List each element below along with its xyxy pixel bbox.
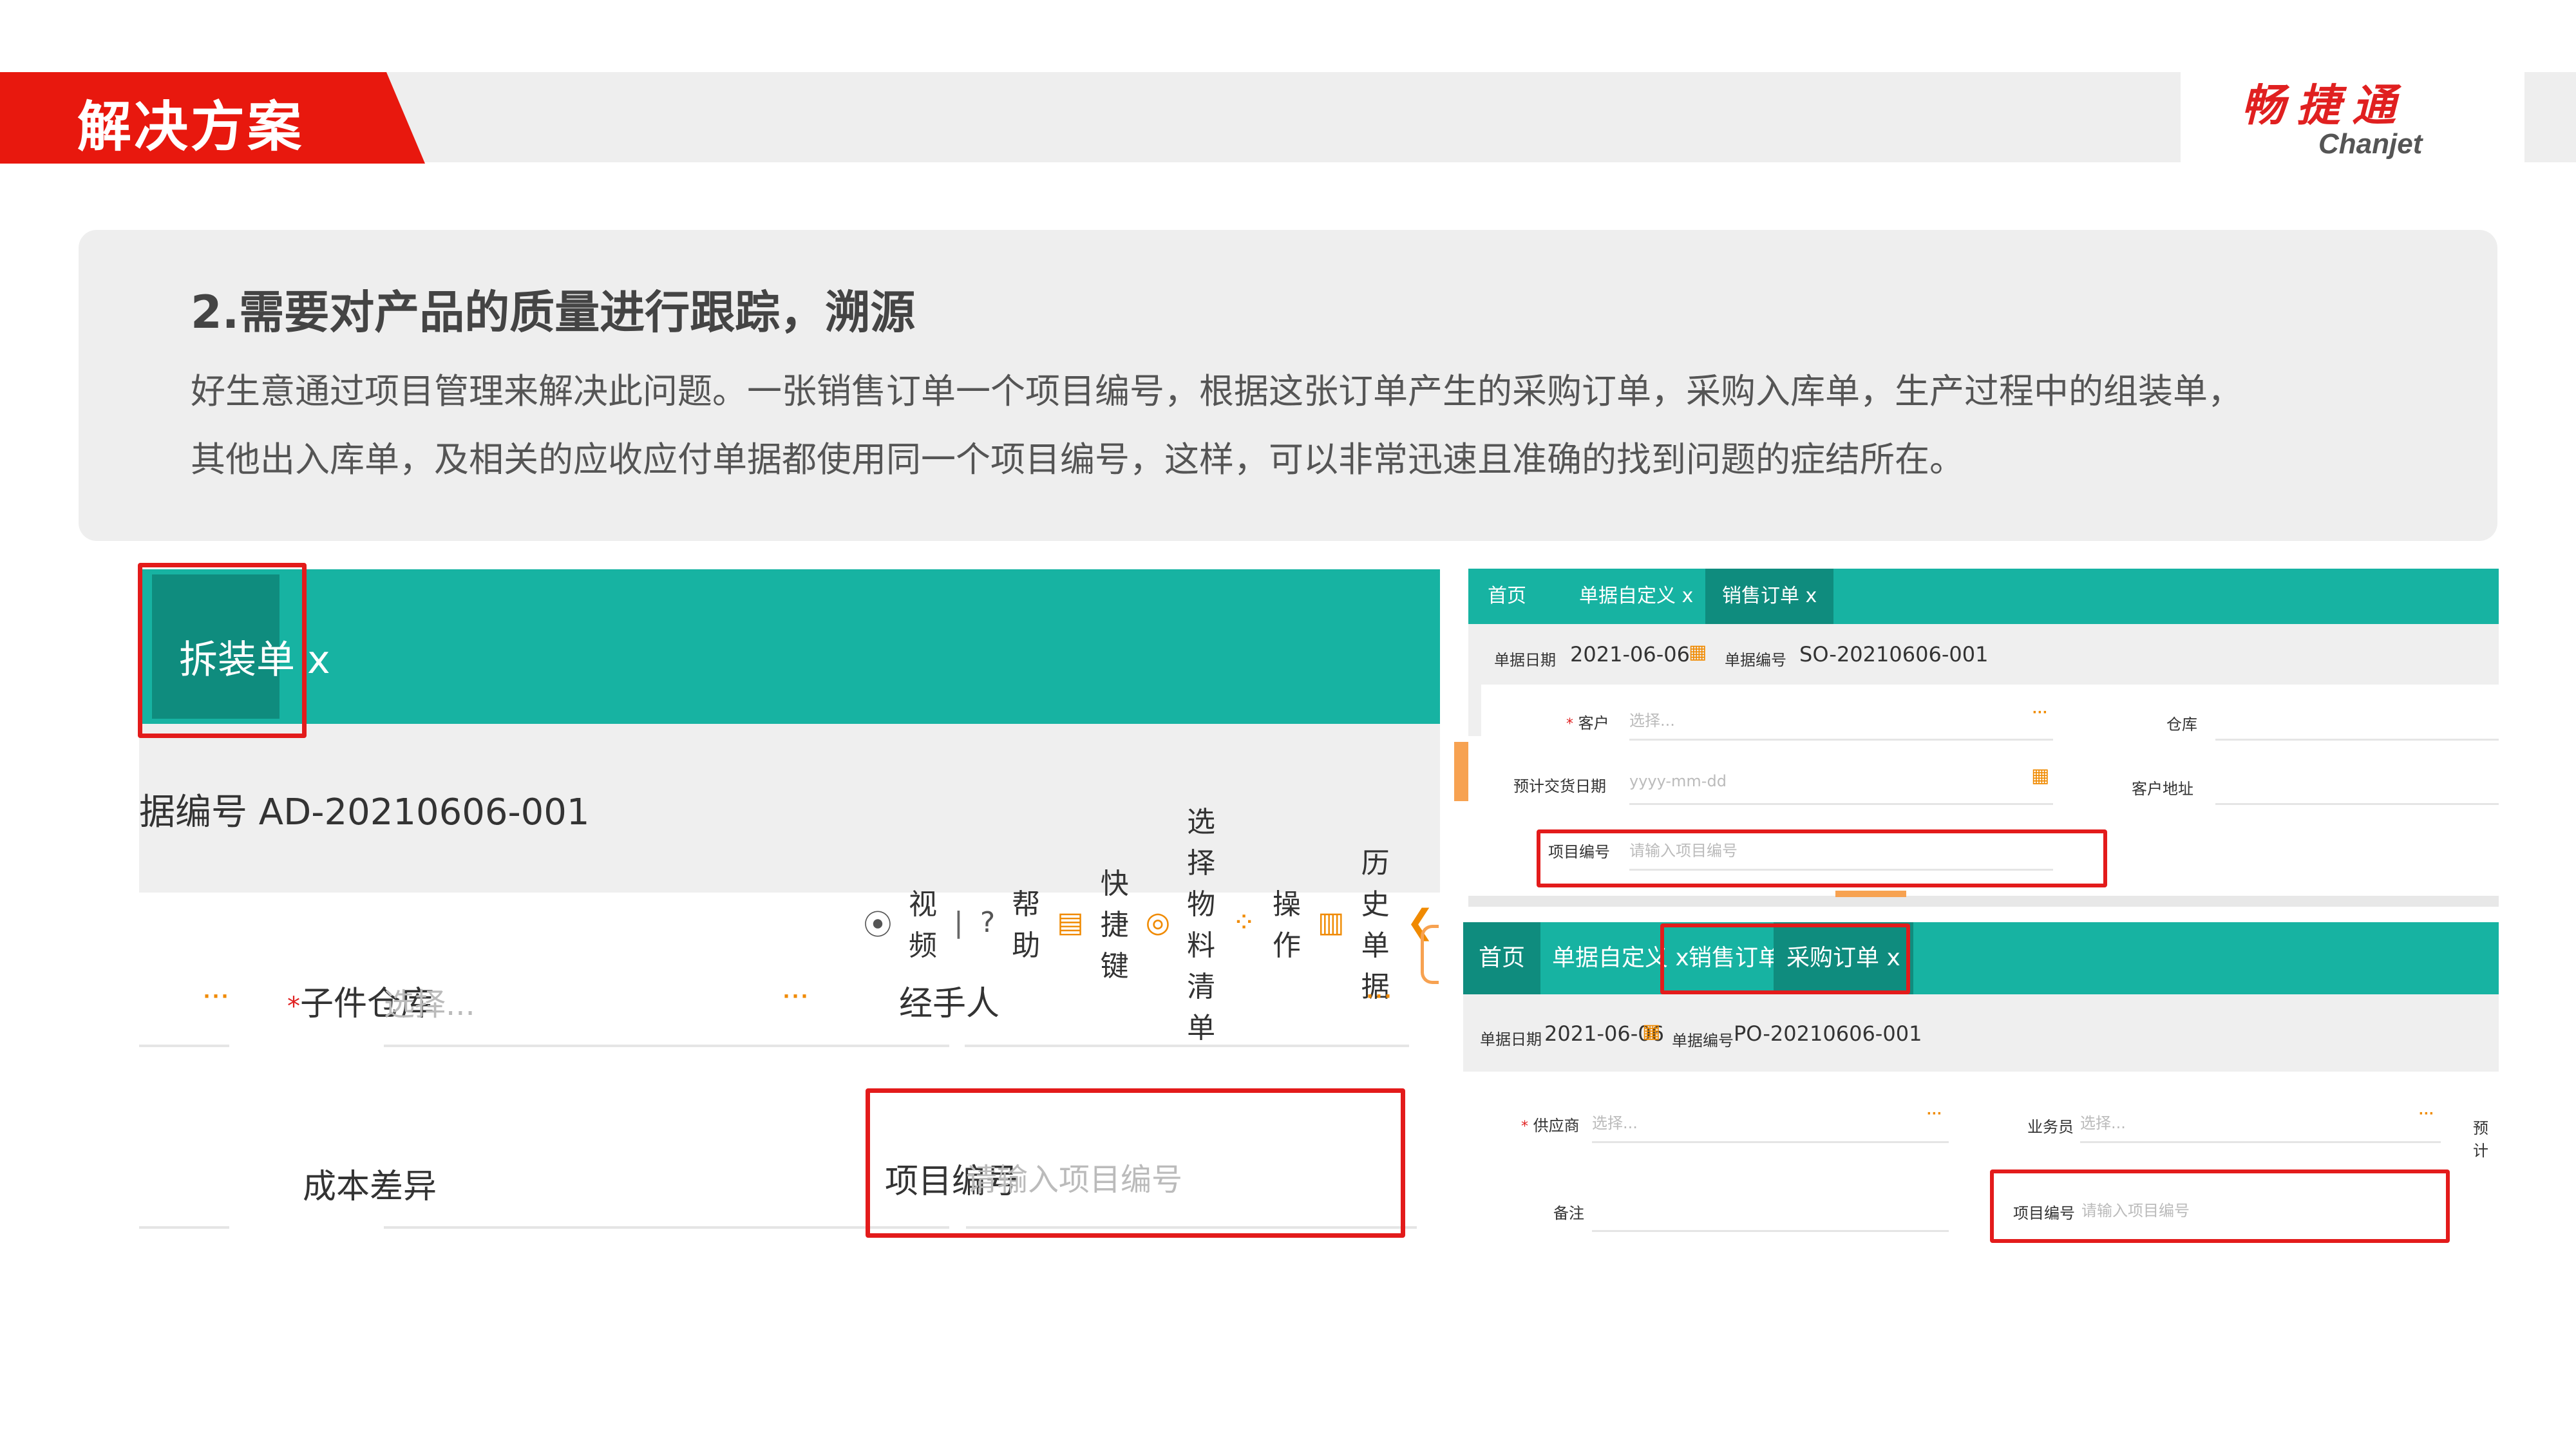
handler-more-icon[interactable]: ··· (1367, 983, 1394, 1010)
supplier-input[interactable]: 选择... (1592, 1110, 1638, 1133)
salesman-underline (2080, 1141, 2441, 1143)
doc-no-value[interactable]: PO-20210606-001 (1734, 1021, 1922, 1046)
field-underline (139, 1045, 229, 1047)
supplier-underline (1592, 1141, 1949, 1143)
remark-underline (1592, 1230, 1949, 1232)
doc-date-label: 单据日期 (1480, 1030, 1542, 1048)
keyboard-icon: ▤ (1057, 905, 1084, 939)
sub-warehouse-input[interactable]: 选择... (384, 979, 475, 1024)
tab-doc-custom[interactable]: 单据自定义 x (1579, 569, 1693, 624)
operate-icon: ⁘ (1232, 905, 1256, 939)
cost-diff-underline (384, 1226, 949, 1229)
handler-label: 经手人 (899, 985, 1000, 1023)
tab-bar (139, 569, 1440, 724)
chanjet-logo: 畅捷通 Chanjet (2241, 70, 2473, 166)
scroll-marker (1454, 742, 1468, 801)
highlight-tab-box (138, 563, 307, 738)
expected-label: 预计 (2473, 1119, 2488, 1160)
toolbar-operate[interactable]: 操作 (1273, 881, 1301, 963)
highlight-project-box-sales (1537, 829, 2107, 887)
highlight-project-box (866, 1088, 1405, 1238)
handler-underline (965, 1045, 1409, 1047)
doc-no-label: 单据编号 (1725, 651, 1786, 669)
address-underline (2215, 803, 2499, 805)
bom-icon: ◎ (1145, 905, 1171, 939)
sub-warehouse-underline (384, 1045, 949, 1047)
customer-underline (1629, 739, 2053, 741)
header-right-strip (2524, 72, 2576, 162)
help-icon: ? (980, 905, 996, 939)
delivery-underline (1629, 803, 2053, 805)
video-icon: ⦿ (864, 909, 892, 942)
doc-date-value[interactable]: 2021-06-06 (1570, 642, 1690, 667)
customer-more-icon[interactable]: ··· (2032, 704, 2048, 722)
warehouse-label: 仓库 (2166, 715, 2197, 734)
more-dots-icon[interactable]: ··· (204, 983, 231, 1010)
supplier-label: * 供应商 (1521, 1117, 1580, 1135)
calendar-icon[interactable]: ▦ (2031, 764, 2049, 787)
intro-body-line-1: 好生意通过项目管理来解决此问题。一张销售订单一个项目编号，根据这张订单产生的采购… (191, 371, 2242, 412)
intro-body-line-2: 其他出入库单，及相关的应收应付单据都使用同一个项目编号，这样，可以非常迅速且准确… (191, 439, 1964, 480)
toolbar-separator: | (954, 905, 963, 939)
doc-no-label: 单据编号 (1672, 1032, 1734, 1050)
toolbar-video[interactable]: 视频 (909, 881, 937, 963)
scroll-marker-outline (1421, 925, 1439, 984)
salesman-more-icon[interactable]: ··· (2419, 1105, 2434, 1123)
intro-body: 好生意通过项目管理来解决此问题。一张销售订单一个项目编号，根据这张订单产生的采购… (191, 357, 2419, 494)
customer-label-text: 客户 (1578, 714, 1609, 732)
toolbar-help[interactable]: 帮助 (1012, 881, 1040, 963)
tab-home[interactable]: 首页 (1488, 569, 1526, 624)
history-icon: ▥ (1318, 905, 1345, 939)
doc-no-value[interactable]: SO-20210606-001 (1799, 642, 1988, 667)
table-header-strip (1468, 896, 2499, 907)
highlight-tabs-box (1660, 923, 1910, 994)
customer-label: * 客户 (1566, 714, 1609, 732)
document-number: 据编号 AD-20210606-001 (139, 791, 590, 833)
calendar-icon[interactable]: ▦ (1689, 641, 1707, 663)
sub-warehouse-more-icon[interactable]: ··· (783, 983, 810, 1010)
intro-panel: 2.需要对产品的质量进行跟踪，溯源 好生意通过项目管理来解决此问题。一张销售订单… (79, 230, 2497, 541)
toolbar-shortcut[interactable]: 快捷键 (1101, 860, 1129, 984)
delivery-date-input[interactable]: yyyy-mm-dd (1629, 772, 1727, 790)
table-active-marker (1835, 891, 1906, 897)
customer-address-label: 客户地址 (2132, 780, 2193, 798)
salesman-label: 业务员 (2027, 1118, 2074, 1136)
doc-date-label: 单据日期 (1494, 651, 1556, 669)
delivery-date-label: 预计交货日期 (1513, 777, 1606, 795)
toolbar-history[interactable]: 历史单据 (1361, 840, 1390, 1005)
logo-chinese: 畅捷通 (2241, 80, 2408, 131)
cost-diff-label: 成本差异 (303, 1168, 437, 1206)
intro-heading: 2.需要对产品的质量进行跟踪，溯源 (191, 286, 916, 339)
tab-home[interactable]: 首页 (1463, 922, 1541, 994)
toolbar-select-bom[interactable]: 选择物料清单 (1187, 799, 1215, 1046)
remark-label: 备注 (1553, 1204, 1584, 1222)
supplier-more-icon[interactable]: ··· (1927, 1105, 1942, 1123)
warehouse-underline (2215, 739, 2499, 741)
customer-input[interactable]: 选择... (1629, 708, 1675, 730)
field-underline (139, 1226, 229, 1229)
highlight-project-box-purchase (1990, 1170, 2450, 1243)
calendar-icon[interactable]: ▦ (1642, 1020, 1660, 1043)
supplier-label-text: 供应商 (1533, 1117, 1580, 1135)
logo-english: Chanjet (2318, 128, 2423, 160)
section-title: 解决方案 (77, 95, 305, 158)
tab-sales-order[interactable]: 销售订单 x (1705, 569, 1834, 624)
salesman-input[interactable]: 选择... (2080, 1110, 2126, 1133)
